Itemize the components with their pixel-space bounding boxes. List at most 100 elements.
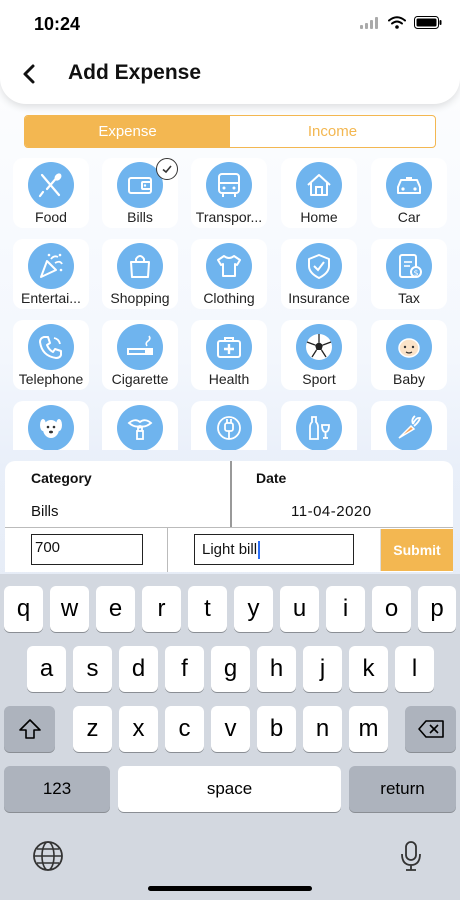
key-u[interactable]: u <box>280 586 319 632</box>
key-h[interactable]: h <box>257 646 296 692</box>
category-groceries[interactable] <box>371 401 447 450</box>
key-v[interactable]: v <box>211 706 250 752</box>
note-input[interactable]: Light bill <box>194 534 354 565</box>
category-home[interactable]: Home <box>281 158 357 228</box>
category-label: Bills <box>127 209 153 225</box>
expense-form: Category Bills Date 11-04-2020 700 Light… <box>5 461 453 572</box>
category-label: Tax <box>398 290 420 306</box>
category-beauty[interactable] <box>102 401 178 450</box>
battery-icon <box>414 16 442 29</box>
wine-icon <box>296 405 342 450</box>
note-text: Light bill <box>202 541 258 558</box>
category-insurance[interactable]: Insurance <box>281 239 357 309</box>
first-aid-kit-icon <box>206 324 252 370</box>
key-z[interactable]: z <box>73 706 112 752</box>
key-m[interactable]: m <box>349 706 388 752</box>
svg-text:$: $ <box>413 269 418 278</box>
category-label: Home <box>300 209 338 225</box>
selected-check-icon <box>156 158 178 180</box>
category-food[interactable]: Food <box>13 158 89 228</box>
key-f[interactable]: f <box>165 646 204 692</box>
key-l[interactable]: l <box>395 646 434 692</box>
fork-knife-icon <box>28 162 74 208</box>
phone-icon <box>28 324 74 370</box>
key-p[interactable]: p <box>418 586 456 632</box>
submit-button[interactable]: Submit <box>380 529 453 571</box>
key-w[interactable]: w <box>50 586 89 632</box>
carrot-icon <box>386 405 432 450</box>
category-bills[interactable]: Bills <box>102 158 178 228</box>
category-label: Cigarette <box>111 371 169 387</box>
tab-income[interactable]: Income <box>230 116 435 147</box>
category-cigarette[interactable]: Cigarette <box>102 320 178 390</box>
amount-input[interactable]: 700 <box>31 534 143 565</box>
cigarette-icon <box>117 324 163 370</box>
microphone-icon[interactable] <box>396 838 426 874</box>
category-clothing[interactable]: Clothing <box>191 239 267 309</box>
tab-expense[interactable]: Expense <box>25 116 230 147</box>
category-car[interactable]: Car <box>371 158 447 228</box>
key-r[interactable]: r <box>142 586 181 632</box>
category-label: Car <box>397 209 421 225</box>
key-x[interactable]: x <box>119 706 158 752</box>
category-label: Entertai... <box>21 290 81 306</box>
return-key[interactable]: return <box>349 766 456 812</box>
text-caret <box>258 540 261 559</box>
key-a[interactable]: a <box>27 646 66 692</box>
lipstick-icon <box>117 405 163 450</box>
key-n[interactable]: n <box>303 706 342 752</box>
category-telephone[interactable]: Telephone <box>13 320 89 390</box>
wifi-icon <box>388 16 406 29</box>
key-j[interactable]: j <box>303 646 342 692</box>
category-heading: Category <box>31 470 92 486</box>
key-d[interactable]: d <box>119 646 158 692</box>
key-t[interactable]: t <box>188 586 227 632</box>
category-shopping[interactable]: Shopping <box>102 239 178 309</box>
key-i[interactable]: i <box>326 586 365 632</box>
key-q[interactable]: q <box>4 586 43 632</box>
key-k[interactable]: k <box>349 646 388 692</box>
key-e[interactable]: e <box>96 586 135 632</box>
category-entertainment[interactable]: Entertai... <box>13 239 89 309</box>
category-pet[interactable] <box>13 401 89 450</box>
date-value[interactable]: 11-04-2020 <box>291 503 372 520</box>
soccer-ball-icon <box>296 324 342 370</box>
category-drinks[interactable] <box>281 401 357 450</box>
cellular-signal-icon <box>360 16 378 29</box>
category-grid: Food Bills Transpor... Home Car Entertai… <box>0 154 460 450</box>
category-health[interactable]: Health <box>191 320 267 390</box>
category-label: Food <box>35 209 67 225</box>
delete-key[interactable] <box>405 706 456 752</box>
category-label: Transpor... <box>195 209 263 225</box>
key-o[interactable]: o <box>372 586 411 632</box>
category-label: Telephone <box>18 371 84 387</box>
category-label: Baby <box>393 371 425 387</box>
status-time: 10:24 <box>34 14 81 34</box>
category-baby[interactable]: Baby <box>371 320 447 390</box>
category-sport[interactable]: Sport <box>281 320 357 390</box>
key-b[interactable]: b <box>257 706 296 752</box>
category-label: Insurance <box>288 290 350 306</box>
shift-key[interactable] <box>4 706 55 752</box>
key-y[interactable]: y <box>234 586 273 632</box>
date-heading: Date <box>256 470 287 486</box>
category-electricity[interactable] <box>191 401 267 450</box>
category-label: Health <box>208 371 250 387</box>
plug-icon <box>206 405 252 450</box>
category-label: Clothing <box>203 290 255 306</box>
shield-icon <box>296 243 342 289</box>
space-key[interactable]: space <box>118 766 341 812</box>
key-c[interactable]: c <box>165 706 204 752</box>
numbers-key[interactable]: 123 <box>4 766 110 812</box>
key-g[interactable]: g <box>211 646 250 692</box>
globe-icon[interactable] <box>30 838 66 874</box>
page-title: Add Expense <box>68 61 202 84</box>
tshirt-icon <box>206 243 252 289</box>
category-transport[interactable]: Transpor... <box>191 158 267 228</box>
party-popper-icon <box>28 243 74 289</box>
back-button[interactable] <box>14 58 44 90</box>
dog-icon <box>28 405 74 450</box>
category-tax[interactable]: $ Tax <box>371 239 447 309</box>
category-value: Bills <box>31 503 59 520</box>
key-s[interactable]: s <box>73 646 112 692</box>
